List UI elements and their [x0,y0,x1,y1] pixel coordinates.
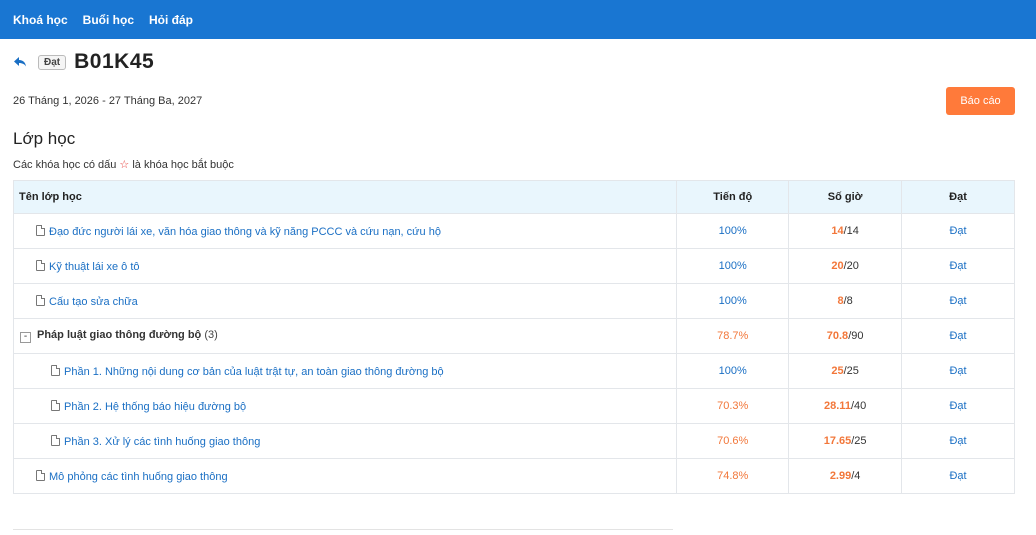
divider [13,529,673,530]
hours-total: /40 [850,400,867,412]
table-row: Phần 1. Những nội dung cơ bản của luật t… [12,353,1015,389]
status-badge: Đạt [38,54,67,70]
required-note: Các khóa học có dấu ☆ là khóa học bắt bu… [13,158,234,171]
progress-value: 100% [676,283,790,319]
hours-total: /25 [843,365,859,377]
hours-cell: 70.8/90 [788,318,903,354]
note-text-before: Các khóa học có dấu [13,159,117,171]
class-link[interactable]: Phần 2. Hệ thống báo hiệu đường bộ [64,401,246,413]
class-link[interactable]: Mô phỏng các tình huống giao thông [49,471,228,483]
hours-done: 17.65 [823,435,852,447]
progress-value: 100% [676,248,790,284]
table-row: Đạo đức người lái xe, văn hóa giao thông… [12,213,1015,249]
collapse-toggle[interactable]: - [20,332,31,343]
document-icon [36,224,45,236]
document-icon [51,434,60,446]
hours-total: /20 [843,260,859,272]
hours-cell: 17.65/25 [788,423,903,459]
hours-done: 20 [831,260,844,272]
pass-status[interactable]: Đạt [901,248,1015,284]
pass-status[interactable]: Đạt [901,458,1015,494]
table-row: Cấu tạo sửa chữa 100% 8/8 Đạt [12,283,1015,319]
nav-qa[interactable]: Hỏi đáp [149,13,193,27]
hours-total: /25 [851,435,867,447]
header-pass: Đạt [901,180,1015,214]
table-row: Kỹ thuật lái xe ô tô 100% 20/20 Đạt [12,248,1015,284]
pass-status[interactable]: Đạt [901,318,1015,354]
report-button[interactable]: Báo cáo [946,87,1015,115]
pass-status[interactable]: Đạt [901,213,1015,249]
hours-total: /90 [848,330,864,342]
document-icon [51,364,60,376]
class-link[interactable]: Kỹ thuật lái xe ô tô [49,261,140,273]
hours-total: /8 [843,295,853,307]
date-range: 26 Tháng 1, 2026 - 27 Tháng Ba, 2027 [13,95,203,107]
nav-sessions[interactable]: Buổi học [83,13,134,27]
page-header: Đạt B01K45 [13,50,154,74]
top-nav: Khoá học Buổi học Hỏi đáp [0,0,1036,39]
nav-courses[interactable]: Khoá học [13,13,68,27]
document-icon [36,294,45,306]
classes-table: Tên lớp học Tiến độ Số giờ Đạt Đạo đức n… [12,180,1015,494]
page-title: B01K45 [74,50,155,73]
hours-cell: 14/14 [788,213,903,249]
progress-value: 74.8% [676,458,790,494]
progress-value: 100% [676,353,790,389]
hours-done: 25 [831,365,844,377]
hours-cell: 28.11/40 [788,388,903,424]
class-link[interactable]: Cấu tạo sửa chữa [49,296,138,308]
hours-done: 14 [831,225,844,237]
progress-value: 100% [676,213,790,249]
hours-cell: 20/20 [788,248,903,284]
table-row: Phần 2. Hệ thống báo hiệu đường bộ 70.3%… [12,388,1015,424]
hours-cell: 2.99/4 [788,458,903,494]
group-count: (3) [204,329,218,341]
hours-cell: 25/25 [788,353,903,389]
header-progress: Tiến độ [676,180,790,214]
header-hours: Số giờ [788,180,903,214]
hours-total: /4 [851,470,861,482]
hours-total: /14 [843,225,859,237]
hours-done: 70.8 [826,330,849,342]
star-icon: ☆ [119,159,130,171]
hours-cell: 8/8 [788,283,903,319]
table-row: Mô phỏng các tình huống giao thông 74.8%… [12,458,1015,494]
hours-done: 2.99 [829,470,852,482]
note-text-after: là khóa học bắt buộc [132,159,234,171]
pass-status[interactable]: Đạt [901,388,1015,424]
pass-status[interactable]: Đạt [901,353,1015,389]
header-name: Tên lớp học [12,180,678,214]
table-header-row: Tên lớp học Tiến độ Số giờ Đạt [12,180,1015,214]
pass-status[interactable]: Đạt [901,283,1015,319]
class-link[interactable]: Phần 3. Xử lý các tình huống giao thông [64,436,260,448]
group-label: Pháp luật giao thông đường bộ [37,329,202,341]
pass-status[interactable]: Đạt [901,423,1015,459]
class-link[interactable]: Đạo đức người lái xe, văn hóa giao thông… [49,226,441,238]
document-icon [36,259,45,271]
progress-value: 78.7% [676,318,790,354]
progress-value: 70.3% [676,388,790,424]
table-row-group: - Pháp luật giao thông đường bộ (3) 78.7%… [12,318,1015,354]
section-title: Lớp học [13,129,76,148]
progress-value: 70.6% [676,423,790,459]
document-icon [36,469,45,481]
hours-done: 28.11 [824,400,851,412]
document-icon [51,399,60,411]
table-row: Phần 3. Xử lý các tình huống giao thông … [12,423,1015,459]
back-arrow-icon[interactable] [13,54,29,70]
class-link[interactable]: Phần 1. Những nội dung cơ bản của luật t… [64,366,444,378]
